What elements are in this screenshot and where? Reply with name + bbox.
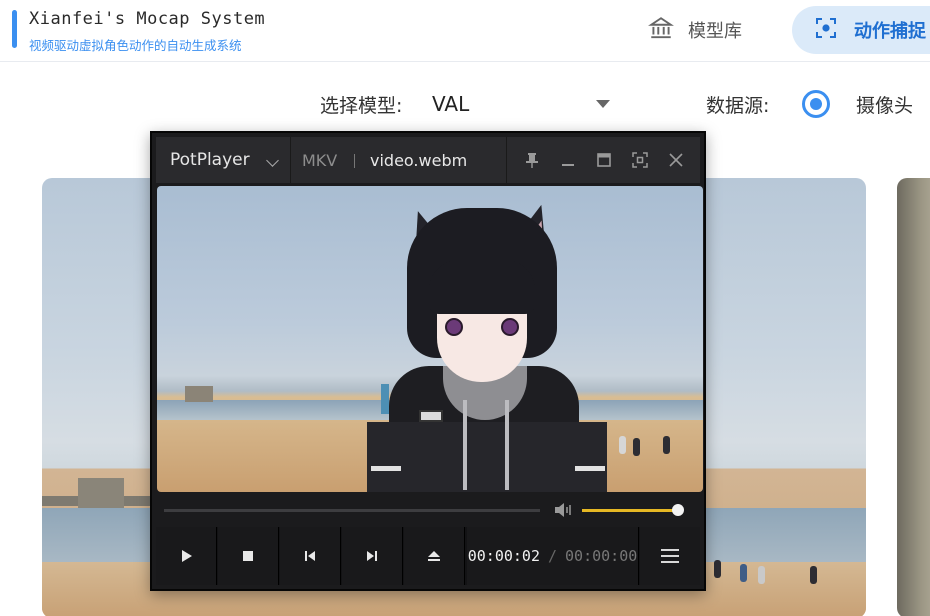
stop-icon: [243, 551, 253, 561]
character-eye-left: [445, 318, 463, 336]
sleeve-stripe: [371, 466, 401, 471]
titlebar-divider: [506, 137, 507, 183]
play-button[interactable]: [156, 527, 217, 585]
beach-person: [714, 560, 721, 578]
caret-down-icon: [596, 100, 610, 108]
eject-icon: [428, 551, 440, 561]
stop-button[interactable]: [218, 527, 279, 585]
close-button[interactable]: [662, 147, 690, 173]
menu-button[interactable]: [640, 527, 700, 585]
next-icon: [367, 551, 377, 561]
file-name: video.webm: [370, 151, 468, 170]
hoodie-string: [505, 400, 509, 490]
pier-building: [78, 478, 124, 508]
library-icon: [648, 15, 674, 46]
nav-model-library[interactable]: 模型库: [648, 14, 742, 46]
brand-subtitle: 视频驱动虚拟角色动作的自动生成系统: [29, 38, 242, 53]
time-current: 00:00:02: [467, 547, 540, 565]
sleeve-stripe: [575, 466, 605, 471]
titlebar-divider: [290, 137, 291, 183]
character-bangs: [429, 260, 535, 314]
hoodie-badge: [419, 410, 443, 422]
playback-controls: 00:00:02 / 00:00:00: [156, 527, 700, 585]
app-header: Xianfei's Mocap System 视频驱动虚拟角色动作的自动生成系统…: [0, 0, 930, 62]
potplayer-window: PotPlayer MKV video.webm 00:00:02 / 00:0…: [150, 131, 706, 591]
potplayer-menu[interactable]: PotPlayer: [170, 150, 250, 170]
beach-person: [663, 436, 670, 454]
model-select-value: VAL: [432, 92, 470, 116]
hoodie-string: [463, 400, 467, 490]
media-format: MKV: [302, 151, 338, 170]
previous-icon: [305, 551, 315, 561]
close-icon: [669, 153, 683, 167]
focus-capture-icon: [814, 16, 838, 45]
minimize-icon: [562, 164, 574, 166]
fullscreen-icon: [632, 152, 648, 168]
brand-title: Xianfei's Mocap System: [29, 9, 266, 29]
fullscreen-button[interactable]: [626, 147, 654, 173]
camera-source-radio[interactable]: [802, 90, 830, 118]
model-select[interactable]: VAL: [432, 88, 612, 120]
player-titlebar[interactable]: PotPlayer MKV video.webm: [156, 137, 700, 183]
time-total: 00:00:00: [565, 547, 638, 565]
character-body: [367, 422, 607, 492]
lifeguard-tower: [381, 384, 389, 414]
eject-button[interactable]: [404, 527, 465, 585]
nav-model-library-label: 模型库: [688, 21, 742, 42]
seek-bar[interactable]: [164, 509, 540, 512]
video-viewport[interactable]: [157, 186, 703, 492]
model-select-label: 选择模型:: [320, 95, 403, 117]
pier-building: [185, 386, 213, 402]
pin-icon: [526, 153, 538, 168]
pin-button[interactable]: [518, 147, 546, 173]
beach-person: [633, 438, 640, 456]
data-source-label: 数据源:: [706, 95, 770, 117]
character-eye-right: [501, 318, 519, 336]
maximize-icon: [597, 153, 611, 167]
volume-icon[interactable]: [552, 499, 574, 521]
maximize-button[interactable]: [590, 147, 618, 173]
output-preview-card: [897, 178, 930, 616]
chevron-down-icon: [266, 154, 279, 167]
title-separator: [354, 154, 355, 168]
time-separator: /: [547, 547, 558, 565]
minimize-button[interactable]: [554, 147, 582, 173]
beach-person: [619, 436, 626, 454]
play-icon: [182, 550, 192, 562]
brand-accent-bar: [12, 10, 17, 48]
previous-button[interactable]: [280, 527, 341, 585]
nav-motion-capture[interactable]: 动作捕捉: [792, 6, 930, 54]
nav-motion-capture-label: 动作捕捉: [854, 21, 926, 42]
hamburger-menu-icon: [661, 549, 679, 563]
volume-knob[interactable]: [672, 504, 684, 516]
beach-person: [740, 564, 747, 582]
time-display: 00:00:02 / 00:00:00: [467, 527, 639, 585]
next-button[interactable]: [342, 527, 403, 585]
volume-slider[interactable]: [582, 509, 678, 512]
beach-person: [758, 566, 765, 584]
beach-person: [810, 566, 817, 584]
camera-source-label[interactable]: 摄像头: [856, 91, 913, 118]
